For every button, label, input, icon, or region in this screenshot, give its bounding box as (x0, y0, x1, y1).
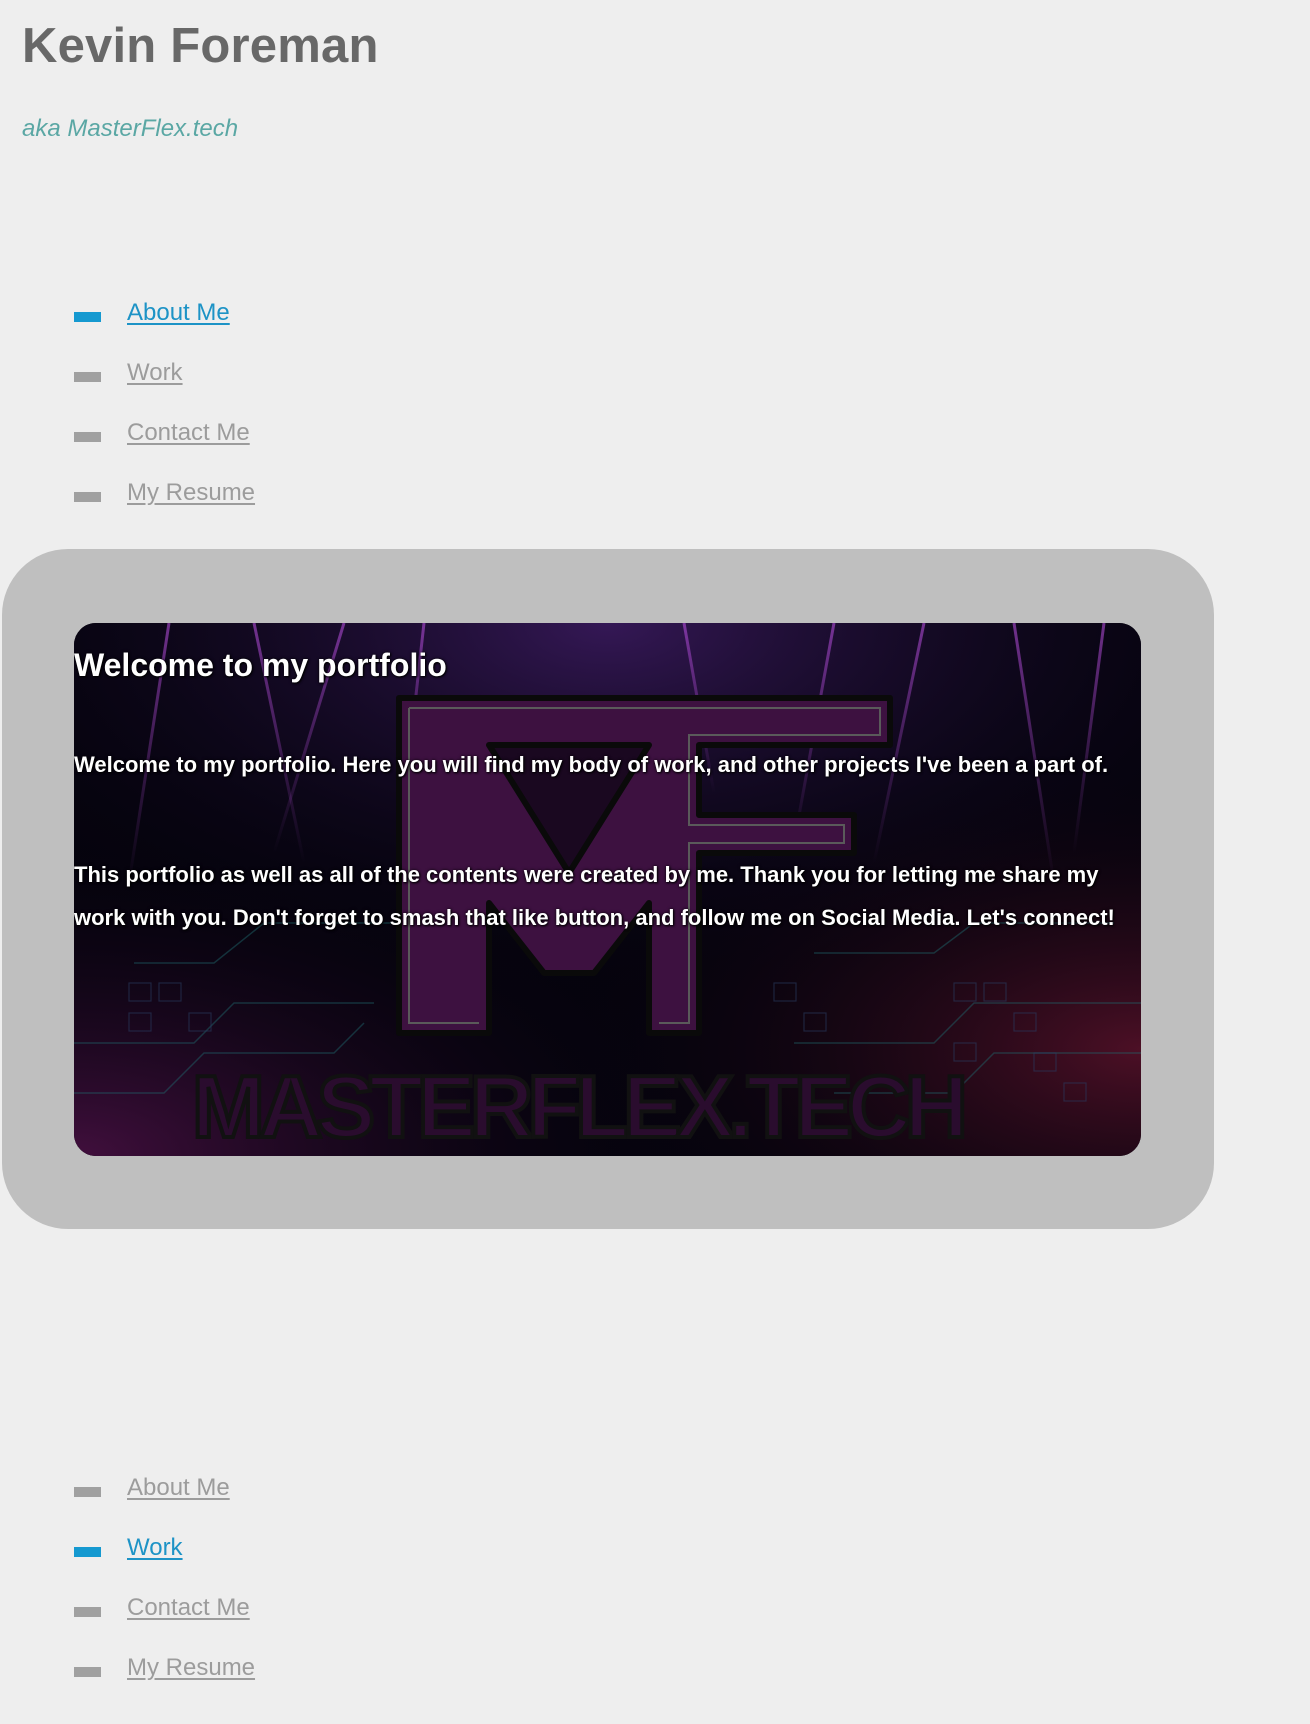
nav-bullet-icon (74, 312, 101, 322)
hero-heading: Welcome to my portfolio (74, 647, 447, 683)
nav-bullet-icon (74, 1667, 101, 1677)
hero-banner: MASTERFLEX.TECH Welcome to my portfolio … (74, 623, 1141, 1156)
nav-bullet-icon (74, 1487, 101, 1497)
nav-link-work[interactable]: Work (127, 1534, 183, 1562)
nav-link-my-resume[interactable]: My Resume (127, 479, 255, 507)
hero-thanks-paragraph: This portfolio as well as all of the con… (74, 862, 1115, 930)
nav-link-my-resume[interactable]: My Resume (127, 1654, 255, 1682)
nav-link-work[interactable]: Work (127, 359, 183, 387)
nav-bullet-icon (74, 1607, 101, 1617)
nav-link-contact-me[interactable]: Contact Me (127, 419, 250, 447)
nav-bullet-icon (74, 492, 101, 502)
logo-wordmark: MASTERFLEX.TECH (192, 1057, 963, 1156)
nav-bullet-icon (74, 372, 101, 382)
nav-bullet-icon (74, 432, 101, 442)
nav-link-about-me[interactable]: About Me (127, 299, 230, 327)
content-panel: MASTERFLEX.TECH Welcome to my portfolio … (2, 549, 1214, 1229)
nav-bullet-icon (74, 1547, 101, 1557)
nav-link-contact-me[interactable]: Contact Me (127, 1594, 250, 1622)
hero-intro-paragraph: Welcome to my portfolio. Here you will f… (74, 752, 1109, 777)
nav-link-about-me[interactable]: About Me (127, 1474, 230, 1502)
site-title: Kevin Foreman (22, 19, 379, 73)
site-tagline: aka MasterFlex.tech (22, 115, 239, 142)
